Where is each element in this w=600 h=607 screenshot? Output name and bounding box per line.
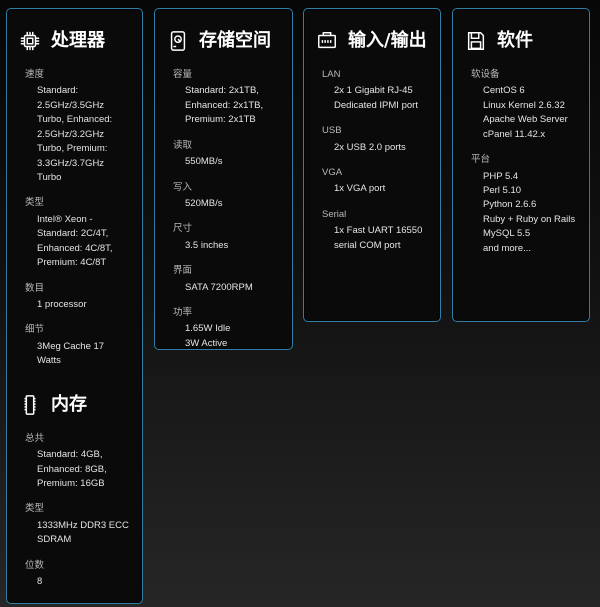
spec-label: VGA [322,167,343,179]
spec-value: 1x Fast UART 16550 serial COM port [334,225,423,251]
spec-group: LAN 2x 1 Gigabit RJ-45 Dedicated IPMI po… [316,69,428,113]
spec-label: 容量 [173,69,193,80]
spec-label: 总共 [25,432,45,444]
spec-label: 软设备 [471,69,500,80]
spec-label: 速度 [25,69,45,80]
spec-label: 功率 [173,307,193,319]
spec-value: Standard: 4GB, Enhanced: 8GB, Premium: 1… [37,449,107,489]
floppy-disk-icon [465,30,487,52]
memory-stick-icon [19,394,41,416]
spec-group: Serial 1x Fast UART 16550 serial COM por… [316,209,428,253]
spec-group: 类型 Intel® Xeon - Standard: 2C/4T, Enhanc… [19,197,130,270]
spec-value: 3.5 inches [185,239,229,251]
spec-value: 8 [37,576,43,588]
memory-header: 内存 [19,391,130,419]
spec-label: 读取 [173,139,193,151]
spec-label: 细节 [25,324,45,336]
software-header: 软件 [465,27,577,55]
spec-value: 2x USB 2.0 ports [334,141,406,153]
spec-label: 平台 [471,154,491,166]
spec-group: 界面 SATA 7200RPM [167,265,280,295]
storage-title: 存储空间 [199,30,271,51]
spec-value: Standard: 2.5GHz/3.5GHz Turbo, Enhanced:… [37,85,113,184]
spec-label: 数目 [25,282,45,294]
software-title: 软件 [497,30,533,51]
spec-label: USB [322,125,342,137]
io-card: 输入/输出 LAN 2x 1 Gigabit RJ-45 Dedicated I… [303,8,441,322]
spec-group: 位数 8 [19,560,130,590]
spec-label: 界面 [173,265,193,277]
spec-value: 1x VGA port [334,183,386,195]
spec-group: 速度 Standard: 2.5GHz/3.5GHz Turbo, Enhanc… [19,69,130,185]
software-card: 软件 软设备 CentOS 6 Linux Kernel 2.6.32 Apac… [452,8,590,322]
spec-group: 类型 1333MHz DDR3 ECC SDRAM [19,503,130,547]
spec-group: 软设备 CentOS 6 Linux Kernel 2.6.32 Apache … [465,69,577,142]
spec-value: 520MB/s [185,197,223,209]
io-header: 输入/输出 [316,27,428,55]
spec-value: CentOS 6 Linux Kernel 2.6.32 Apache Web … [483,85,568,140]
network-port-icon [316,30,338,52]
spec-value: Intel® Xeon - Standard: 2C/4T, Enhanced:… [37,213,113,269]
spec-group: 功率 1.65W Idle 3W Active [167,307,280,351]
spec-group: 细节 3Meg Cache 17 Watts [19,324,130,368]
spec-value: 550MB/s [185,156,223,168]
spec-value: SATA 7200RPM [185,281,253,293]
processor-title: 处理器 [51,30,105,51]
spec-value: PHP 5.4 Perl 5.10 Python 2.6.6 Ruby + Ru… [483,170,576,254]
spec-label: 位数 [25,559,45,571]
storage-card: 存储空间 容量 Standard: 2x1TB, Enhanced: 2x1TB… [154,8,293,350]
processor-card: 处理器 速度 Standard: 2.5GHz/3.5GHz Turbo, En… [6,8,143,604]
spec-label: 尺寸 [173,223,193,235]
spec-group: USB 2x USB 2.0 ports [316,125,428,155]
spec-label: Serial [322,208,347,220]
spec-group: 数目 1 processor [19,283,130,313]
spec-group: 平台 PHP 5.4 Perl 5.10 Python 2.6.6 Ruby +… [465,154,577,256]
spec-value: 3Meg Cache 17 Watts [37,340,105,367]
storage-header: 存储空间 [167,27,280,55]
spec-value: 1 processor [37,298,87,310]
spec-group: 读取 550MB/s [167,140,280,170]
spec-label: 类型 [25,503,45,515]
spec-group: 尺寸 3.5 inches [167,223,280,253]
spec-label: LAN [322,69,341,80]
spec-label: 类型 [25,197,45,209]
cpu-chip-icon [19,30,41,52]
spec-value: 1333MHz DDR3 ECC SDRAM [37,519,129,546]
io-title: 输入/输出 [348,30,427,51]
spec-value: Standard: 2x1TB, Enhanced: 2x1TB, Premiu… [185,85,264,126]
spec-group: 写入 520MB/s [167,182,280,212]
spec-group: 总共 Standard: 4GB, Enhanced: 8GB, Premium… [19,433,130,492]
spec-value: 2x 1 Gigabit RJ-45 Dedicated IPMI port [334,85,418,111]
processor-header: 处理器 [19,27,130,55]
spec-value: 1.65W Idle 3W Active [185,323,231,349]
hard-drive-icon [167,30,189,52]
spec-group: 容量 Standard: 2x1TB, Enhanced: 2x1TB, Pre… [167,69,280,128]
spec-label: 写入 [173,181,193,193]
spec-group: VGA 1x VGA port [316,167,428,197]
memory-title: 内存 [51,393,87,415]
